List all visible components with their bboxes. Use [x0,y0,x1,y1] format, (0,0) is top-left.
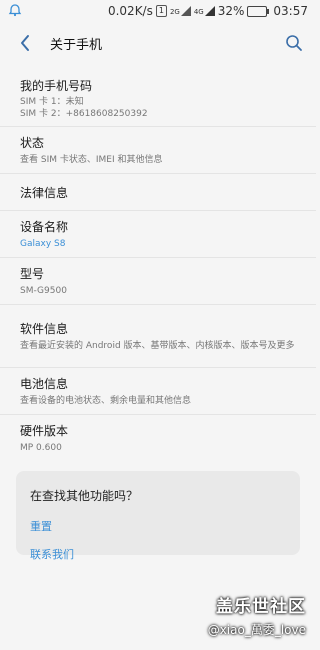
item-title: 软件信息 [20,322,69,336]
back-icon[interactable] [14,32,36,54]
watermark-logo-text: 盖乐世社区 [216,597,306,617]
item-subtitle: MP 0.600 [20,443,62,453]
list-item-hardware[interactable]: 硬件版本 MP 0.600 [0,415,316,461]
network-speed: 0.02K/s [107,4,153,18]
item-subtitle: 查看 SIM 卡状态、IMEI 和其他信息 [20,155,163,165]
item-title: 电池信息 [20,377,69,391]
sim2-text: SIM 卡 2：+8618608250392 [20,108,148,119]
list-item-status[interactable]: 状态 查看 SIM 卡状态、IMEI 和其他信息 [0,127,316,174]
status-bar: 0.02K/s 1 2G 4G 32% 03:57 [0,0,316,22]
sim-badge: 1 [155,5,167,17]
contact-us-link[interactable]: 联系我们 [30,546,286,562]
list-item-battery[interactable]: 电池信息 查看设备的电池状态、剩余电量和其他信息 [0,368,316,415]
network-2g-label: 2G [169,8,180,16]
item-subtitle: 查看最近安装的 Android 版本、基带版本、内核版本、版本号及更多 [20,341,295,351]
battery-icon [247,5,270,17]
suggestion-card: 在查找其他功能吗？ 重置 联系我们 [16,471,300,561]
list-item-software[interactable]: 软件信息 查看最近安装的 Android 版本、基带版本、内核版本、版本号及更多 [0,305,316,368]
item-title: 设备名称 [20,220,69,234]
watermark-user: @xiao_萬委_love [207,623,306,637]
item-subtitle: SIM 卡 1：未知 SIM 卡 2：+8618608250392 [20,96,296,120]
signal-4g-icon: 4G [194,6,215,16]
list-item-model[interactable]: 型号 SM-G9500 [0,258,316,305]
page-title: 关于手机 [50,37,103,53]
item-subtitle: Galaxy S8 [20,239,66,249]
item-subtitle: 查看设备的电池状态、剩余电量和其他信息 [20,396,192,406]
item-title: 我的手机号码 [20,78,93,93]
item-title: 法律信息 [20,185,69,200]
list-item-phone-number[interactable]: 我的手机号码 SIM 卡 1：未知 SIM 卡 2：+8618608250392 [0,70,316,127]
settings-list: 我的手机号码 SIM 卡 1：未知 SIM 卡 2：+8618608250392… [0,70,316,461]
item-title: 硬件版本 [20,424,69,438]
battery-percent: 32% [217,4,245,18]
search-icon[interactable] [282,31,306,55]
reset-link[interactable]: 重置 [30,518,286,534]
app-bar: 关于手机 [0,22,316,64]
notification-icon [8,3,22,20]
list-item-device-name[interactable]: 设备名称 Galaxy S8 [0,211,316,258]
network-4g-label: 4G [193,8,204,16]
item-subtitle: SM-G9500 [20,286,67,296]
sim1-text: SIM 卡 1：未知 [20,96,84,107]
clock: 03:57 [273,4,308,18]
item-title: 型号 [20,267,45,281]
card-question: 在查找其他功能吗？ [30,489,139,503]
signal-2g-icon: 2G [170,6,191,16]
watermark: 盖乐世社区 @xiao_萬委_love [208,592,306,638]
item-title: 状态 [20,136,45,150]
list-item-legal[interactable]: 法律信息 [0,174,316,211]
